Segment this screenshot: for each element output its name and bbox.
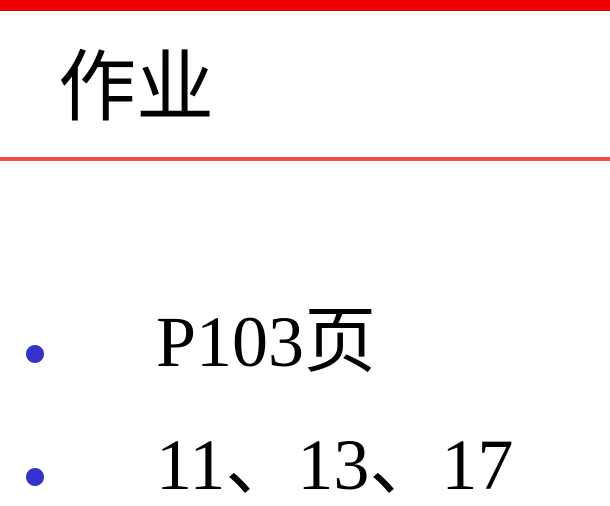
slide-title: 作业: [58, 43, 215, 133]
bullet-dot-icon: [26, 345, 44, 363]
bullet-text: P103页: [156, 302, 377, 382]
title-underline-divider: [0, 157, 610, 161]
bullet-item: P103页: [0, 302, 610, 382]
slide: 作业 P103页 11、13、17: [0, 0, 610, 506]
bullet-item: 11、13、17: [0, 425, 610, 505]
bullet-dot-icon: [26, 468, 44, 486]
top-accent-bar: [0, 0, 610, 11]
bullet-text: 11、13、17: [156, 425, 514, 505]
